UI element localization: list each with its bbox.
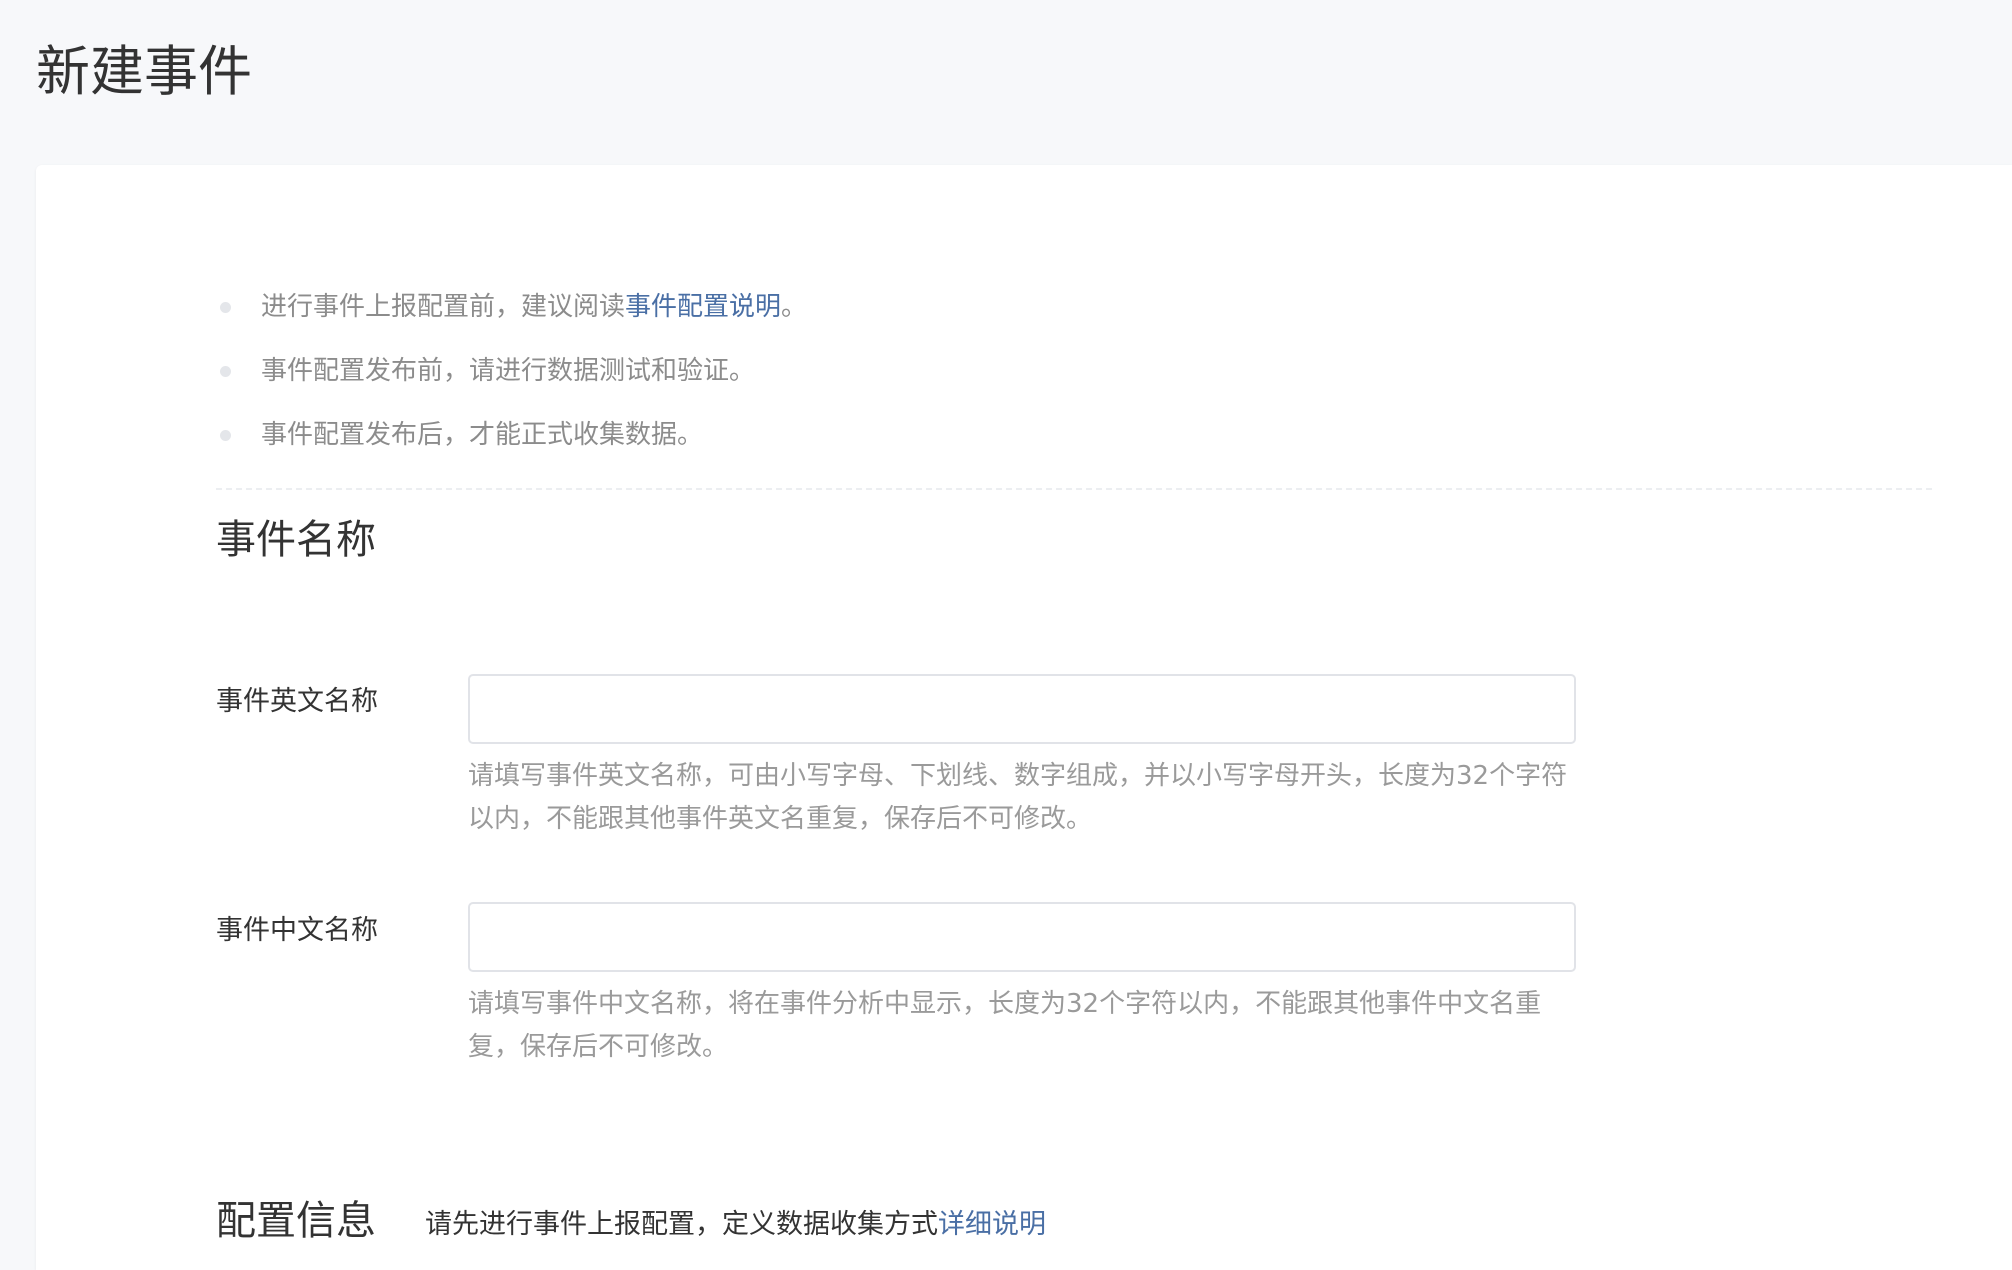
- tip-item: 进行事件上报配置前，建议阅读事件配置说明。: [216, 275, 807, 339]
- event-form-card: 进行事件上报配置前，建议阅读事件配置说明。 事件配置发布前，请进行数据测试和验证…: [36, 165, 2012, 1270]
- event-name-section-title: 事件名称: [216, 517, 376, 563]
- english-name-hint: 请填写事件英文名称，可由小写字母、下划线、数字组成，并以小写字母开头，长度为32…: [468, 761, 1568, 834]
- section-divider: [216, 488, 1932, 490]
- config-detail-link[interactable]: 详细说明: [938, 1209, 1046, 1240]
- config-description-text: 请先进行事件上报配置，定义数据收集方式: [425, 1209, 938, 1240]
- english-name-label: 事件英文名称: [216, 686, 378, 717]
- tip-text: 事件配置发布后，才能正式收集数据。: [261, 420, 704, 450]
- page-title: 新建事件: [36, 40, 252, 103]
- tip-text: 进行事件上报配置前，建议阅读: [261, 292, 626, 322]
- event-config-guide-link[interactable]: 事件配置说明: [625, 292, 781, 322]
- tips-list: 进行事件上报配置前，建议阅读事件配置说明。 事件配置发布前，请进行数据测试和验证…: [216, 275, 807, 467]
- chinese-name-hint: 请填写事件中文名称，将在事件分析中显示，长度为32个字符以内，不能跟其他事件中文…: [468, 989, 1542, 1062]
- bullet-icon: [220, 366, 231, 377]
- config-description: 请先进行事件上报配置，定义数据收集方式详细说明: [425, 1205, 1046, 1245]
- bullet-icon: [220, 430, 231, 441]
- bullet-icon: [220, 302, 231, 313]
- tip-text: 事件配置发布前，请进行数据测试和验证。: [261, 356, 756, 386]
- english-name-input[interactable]: [468, 674, 1576, 744]
- tip-item: 事件配置发布前，请进行数据测试和验证。: [216, 339, 807, 403]
- tip-text-suffix: 。: [781, 292, 808, 322]
- tip-item: 事件配置发布后，才能正式收集数据。: [216, 403, 807, 467]
- config-section-title: 配置信息: [216, 1198, 376, 1244]
- chinese-name-input[interactable]: [468, 902, 1576, 972]
- chinese-name-label: 事件中文名称: [216, 915, 378, 946]
